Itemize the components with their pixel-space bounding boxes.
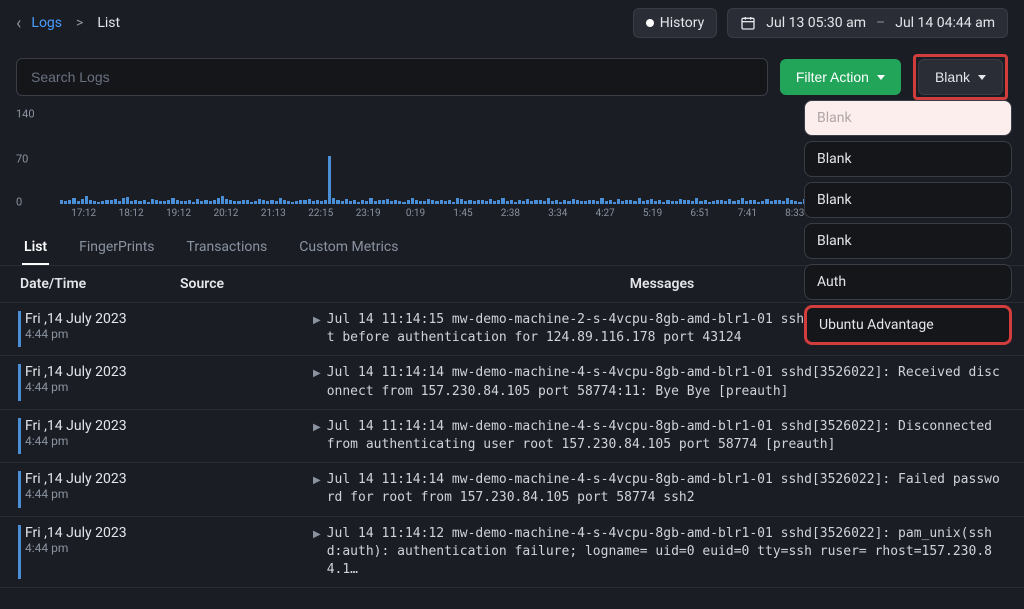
xtick: 6:51 (676, 208, 723, 219)
dropdown-item[interactable]: Blank (804, 100, 1012, 136)
row-datetime: Fri ,14 July 20234:44 pm (25, 525, 183, 555)
ytick: 140 (16, 108, 35, 121)
history-label: History (660, 15, 705, 31)
xtick: 5:19 (629, 208, 676, 219)
xtick: 23:19 (344, 208, 391, 219)
header-source: Source (180, 276, 320, 292)
row-datetime: Fri ,14 July 20234:44 pm (25, 418, 183, 448)
row-message: Jul 14 11:14:14 mw-demo-machine-4-s-4vcp… (327, 471, 1006, 507)
xtick: 0:19 (392, 208, 439, 219)
filter-action-button[interactable]: Filter Action (780, 59, 901, 95)
tab-list[interactable]: List (22, 231, 49, 265)
expand-caret-icon[interactable]: ▶ (313, 529, 321, 540)
back-chevron-icon[interactable]: ‹ (16, 13, 21, 34)
xtick: 20:12 (202, 208, 249, 219)
table-row[interactable]: Fri ,14 July 20234:44 pm ▶ Jul 14 11:14:14… (0, 356, 1024, 409)
chevron-down-icon (877, 75, 885, 80)
breadcrumb-root[interactable]: Logs (31, 15, 62, 31)
search-input[interactable] (16, 58, 768, 96)
xtick: 2:38 (487, 208, 534, 219)
expand-caret-icon[interactable]: ▶ (313, 475, 321, 486)
xtick: 21:13 (250, 208, 297, 219)
tab-fingerprints[interactable]: FingerPrints (77, 231, 156, 265)
row-accent (18, 525, 21, 580)
table-row[interactable]: Fri ,14 July 20234:44 pm ▶ Jul 14 11:14:14… (0, 410, 1024, 463)
xtick: 3:34 (534, 208, 581, 219)
ytick: 70 (16, 153, 28, 166)
xtick: 4:27 (581, 208, 628, 219)
expand-caret-icon[interactable]: ▶ (313, 368, 321, 379)
xtick: 19:12 (155, 208, 202, 219)
filter-dropdown: Blank Blank Blank Blank Auth Ubuntu Advantage (804, 100, 1012, 350)
xtick: 1:45 (439, 208, 486, 219)
dropdown-item[interactable]: Auth (804, 264, 1012, 300)
date-range-picker[interactable]: Jul 13 05:30 am – Jul 14 04:44 am (727, 8, 1008, 38)
chevron-down-icon (978, 75, 986, 80)
dropdown-item[interactable]: Blank (804, 182, 1012, 218)
row-accent (18, 471, 21, 507)
dropdown-item[interactable]: Ubuntu Advantage (804, 305, 1012, 345)
xtick: 17:12 (60, 208, 107, 219)
breadcrumb-separator: > (76, 15, 83, 31)
xtick: 22:15 (297, 208, 344, 219)
row-message: Jul 14 11:14:12 mw-demo-machine-4-s-4vcp… (327, 525, 1006, 580)
expand-caret-icon[interactable]: ▶ (313, 422, 321, 433)
row-datetime: Fri ,14 July 20234:44 pm (25, 471, 183, 501)
filter-action-label: Filter Action (796, 69, 869, 85)
row-message: Jul 14 11:14:14 mw-demo-machine-4-s-4vcp… (327, 418, 1006, 454)
breadcrumb-current: List (97, 15, 120, 31)
row-accent (18, 418, 21, 454)
history-button[interactable]: History (633, 8, 718, 38)
dropdown-item[interactable]: Blank (804, 141, 1012, 177)
blank-dropdown-label: Blank (935, 69, 970, 85)
row-message: Jul 14 11:14:14 mw-demo-machine-4-s-4vcp… (327, 364, 1006, 400)
xtick: 18:12 (107, 208, 154, 219)
date-from: Jul 13 05:30 am (766, 15, 866, 31)
table-row[interactable]: Fri ,14 July 20234:44 pm ▶ Jul 14 11:14:14… (0, 463, 1024, 516)
date-to: Jul 14 04:44 am (895, 15, 995, 31)
dropdown-item[interactable]: Blank (804, 223, 1012, 259)
tab-custom-metrics[interactable]: Custom Metrics (297, 231, 400, 265)
row-accent (18, 364, 21, 400)
tab-transactions[interactable]: Transactions (185, 231, 270, 265)
history-dot-icon (646, 19, 654, 27)
ytick: 0 (16, 196, 22, 209)
row-datetime: Fri ,14 July 20234:44 pm (25, 311, 183, 341)
expand-caret-icon[interactable]: ▶ (313, 315, 321, 326)
date-separator: – (876, 15, 885, 31)
table-row[interactable]: Fri ,14 July 20234:44 pm ▶ Jul 14 11:14:12… (0, 517, 1024, 589)
calendar-icon (740, 15, 756, 31)
xtick: 7:41 (724, 208, 771, 219)
blank-dropdown-button[interactable]: Blank (918, 59, 1003, 95)
row-accent (18, 311, 21, 347)
row-datetime: Fri ,14 July 20234:44 pm (25, 364, 183, 394)
header-datetime: Date/Time (20, 276, 180, 292)
